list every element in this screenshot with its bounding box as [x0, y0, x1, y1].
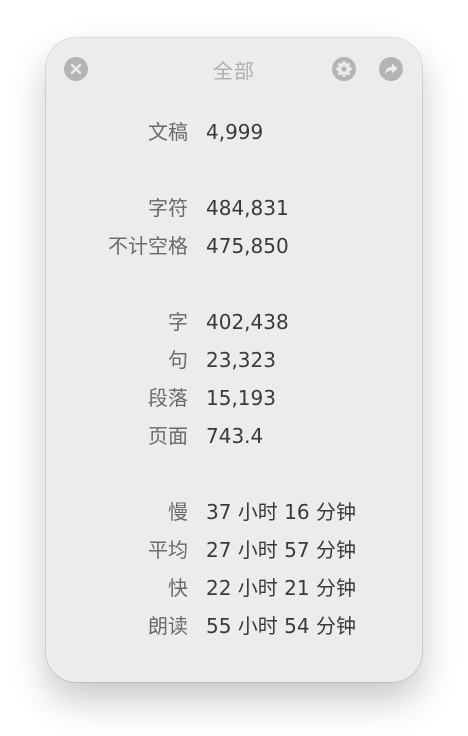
stat-value: 4,999	[206, 120, 264, 144]
stat-label: 朗读	[148, 614, 188, 638]
stat-value: 743.4	[206, 424, 264, 448]
share-button[interactable]	[379, 57, 403, 81]
gear-icon	[336, 61, 352, 77]
share-arrow-icon	[385, 63, 398, 75]
stat-row-paragraphs: 段落 15,193	[46, 379, 422, 417]
stat-label: 字符	[148, 196, 188, 220]
stat-row-pages: 页面 743.4	[46, 417, 422, 455]
stat-row-sentences: 句 23,323	[46, 341, 422, 379]
statistics-panel: 全部 文稿 4,999 字符 484,831 不计空格 475,850 字 40…	[46, 38, 422, 682]
stat-row-characters: 字符 484,831	[46, 189, 422, 227]
statistics-list: 文稿 4,999 字符 484,831 不计空格 475,850 字 402,4…	[46, 113, 422, 645]
stat-label: 字	[168, 310, 188, 334]
stat-label: 文稿	[148, 120, 188, 144]
titlebar: 全部	[46, 38, 422, 100]
stat-row-characters-no-spaces: 不计空格 475,850	[46, 227, 422, 265]
stat-value: 55 小时 54 分钟	[206, 614, 356, 638]
stat-value: 402,438	[206, 310, 289, 334]
stat-value: 23,323	[206, 348, 276, 372]
stat-label: 慢	[168, 500, 188, 524]
stat-value: 27 小时 57 分钟	[206, 538, 356, 562]
stat-label: 平均	[148, 538, 188, 562]
stat-value: 37 小时 16 分钟	[206, 500, 356, 524]
stat-value: 475,850	[206, 234, 289, 258]
stat-label: 不计空格	[108, 234, 188, 258]
stat-row-documents: 文稿 4,999	[46, 113, 422, 151]
settings-button[interactable]	[332, 57, 356, 81]
stat-row-reading-slow: 慢 37 小时 16 分钟	[46, 493, 422, 531]
stat-row-words: 字 402,438	[46, 303, 422, 341]
stat-label: 段落	[148, 386, 188, 410]
stat-row-reading-fast: 快 22 小时 21 分钟	[46, 569, 422, 607]
stat-row-reading-average: 平均 27 小时 57 分钟	[46, 531, 422, 569]
window-title: 全部	[213, 59, 255, 83]
stat-label: 页面	[148, 424, 188, 448]
stat-value: 15,193	[206, 386, 276, 410]
stat-row-reading-aloud: 朗读 55 小时 54 分钟	[46, 607, 422, 645]
stat-value: 22 小时 21 分钟	[206, 576, 356, 600]
stat-label: 句	[168, 348, 188, 372]
stat-value: 484,831	[206, 196, 289, 220]
stat-label: 快	[168, 576, 188, 600]
